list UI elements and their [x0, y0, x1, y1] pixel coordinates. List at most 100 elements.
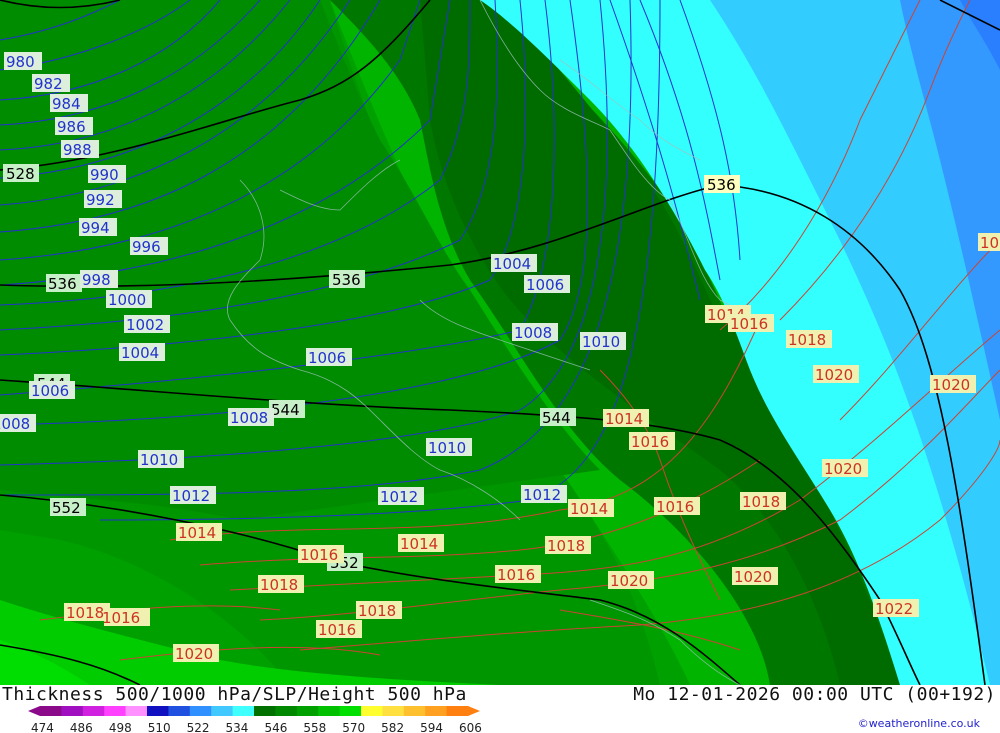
svg-text:552: 552 — [52, 499, 81, 517]
svg-text:1008: 1008 — [230, 409, 268, 427]
svg-text:1016: 1016 — [318, 621, 356, 639]
scale-arrow-right — [468, 706, 480, 716]
scale-swatch — [82, 706, 105, 716]
svg-text:1012: 1012 — [523, 486, 561, 504]
scale-swatch — [40, 706, 62, 716]
scale-swatch — [125, 706, 148, 716]
isobar-label: 1012 — [170, 486, 216, 505]
thickness-label: 544 — [269, 400, 305, 419]
isobar-label: 1010 — [426, 438, 472, 457]
isobar-label: 1020 — [732, 567, 778, 586]
isobar-label: 1016 — [298, 545, 344, 564]
svg-text:1016: 1016 — [497, 566, 535, 584]
svg-text:986: 986 — [57, 118, 86, 136]
svg-text:1002: 1002 — [126, 316, 164, 334]
isobar-label: 1006 — [524, 275, 570, 294]
scale-tick-label: 546 — [264, 721, 287, 733]
svg-text:1006: 1006 — [308, 349, 346, 367]
svg-text:10: 10 — [980, 234, 999, 252]
isobar-label: 1008 — [0, 414, 36, 433]
svg-text:1004: 1004 — [121, 344, 159, 362]
isobar-label: 1018 — [740, 492, 786, 511]
svg-text:1016: 1016 — [631, 433, 669, 451]
scale-swatch — [318, 706, 341, 716]
isobar-label: 1020 — [608, 571, 654, 590]
credit-link[interactable]: ©weatheronline.co.uk — [858, 717, 980, 730]
scale-tick-label: 534 — [226, 721, 249, 733]
scale-swatch — [446, 706, 469, 716]
svg-text:1016: 1016 — [102, 609, 140, 627]
isobar-label: 1018 — [356, 601, 402, 620]
svg-text:1020: 1020 — [175, 645, 213, 663]
thickness-label: 544 — [540, 408, 576, 427]
isobar-label: 1004 — [491, 254, 537, 273]
svg-text:1014: 1014 — [570, 500, 608, 518]
scale-tick-label: 606 — [459, 721, 482, 733]
svg-text:544: 544 — [542, 409, 571, 427]
scale-swatch — [104, 706, 127, 716]
isobar-label: 10 — [978, 233, 1000, 252]
svg-text:1014: 1014 — [400, 535, 438, 553]
color-scale: 474 486 498 510 522 534 546 558 570 582 594 606 — [28, 706, 482, 733]
svg-text:1020: 1020 — [815, 366, 853, 384]
isobar-label: 1002 — [124, 315, 170, 334]
svg-text:1010: 1010 — [428, 439, 466, 457]
map-datetime: Mo 12-01-2026 00:00 UTC (00+192) — [633, 684, 996, 705]
scale-swatch — [254, 706, 276, 716]
isobar-label: 1014 — [603, 409, 649, 428]
isobar-label: 1016 — [654, 497, 700, 516]
svg-text:536: 536 — [332, 271, 361, 289]
svg-text:998: 998 — [82, 271, 111, 289]
svg-text:1004: 1004 — [493, 255, 531, 273]
scale-tick-label: 558 — [303, 721, 326, 733]
svg-text:982: 982 — [34, 75, 63, 93]
thickness-label: 528 — [3, 164, 39, 183]
isobar-label: 1016 — [629, 432, 675, 451]
isobar-label: 1008 — [512, 323, 558, 342]
scale-swatch — [168, 706, 191, 716]
scale-swatch — [339, 706, 362, 716]
isobar-label: 1020 — [813, 365, 859, 384]
scale-tick-label: 510 — [148, 721, 171, 733]
svg-text:1016: 1016 — [730, 315, 768, 333]
isobar-label: 994 — [79, 218, 117, 237]
isobar-label: 988 — [61, 140, 99, 159]
scale-tick-label: 498 — [109, 721, 132, 733]
svg-text:1020: 1020 — [824, 460, 862, 478]
svg-text:528: 528 — [6, 165, 35, 183]
svg-text:1012: 1012 — [380, 488, 418, 506]
thickness-label: 552 — [50, 498, 86, 517]
svg-text:1018: 1018 — [788, 331, 826, 349]
isobar-label: 1006 — [306, 348, 352, 367]
svg-text:1006: 1006 — [31, 382, 69, 400]
isobar-label: 1022 — [873, 599, 919, 618]
isobar-label: 986 — [55, 117, 93, 136]
svg-text:1018: 1018 — [742, 493, 780, 511]
scale-swatch — [382, 706, 405, 716]
svg-text:544: 544 — [271, 401, 300, 419]
svg-text:536: 536 — [48, 275, 77, 293]
isobar-label: 1018 — [786, 330, 832, 349]
scale-swatch — [232, 706, 255, 716]
svg-text:1010: 1010 — [582, 333, 620, 351]
thickness-label: 536 — [46, 274, 82, 293]
isobar-label: 1010 — [138, 450, 184, 469]
svg-text:992: 992 — [86, 191, 115, 209]
isobar-label: 990 — [88, 165, 126, 184]
isobar-label: 980 — [4, 52, 42, 71]
isobar-label: 1014 — [176, 523, 222, 542]
svg-text:1018: 1018 — [547, 537, 585, 555]
svg-text:1012: 1012 — [172, 487, 210, 505]
isobar-label: 1016 — [495, 565, 541, 584]
scale-tick-label: 522 — [187, 721, 210, 733]
isobar-label: 1020 — [173, 644, 219, 663]
svg-text:536: 536 — [707, 176, 736, 194]
scale-tick-label: 582 — [381, 721, 404, 733]
scale-swatch — [61, 706, 84, 716]
svg-text:1022: 1022 — [875, 600, 913, 618]
isobar-label: 1012 — [378, 487, 424, 506]
svg-text:1018: 1018 — [260, 576, 298, 594]
svg-text:1016: 1016 — [300, 546, 338, 564]
svg-text:990: 990 — [90, 166, 119, 184]
svg-text:988: 988 — [63, 141, 92, 159]
